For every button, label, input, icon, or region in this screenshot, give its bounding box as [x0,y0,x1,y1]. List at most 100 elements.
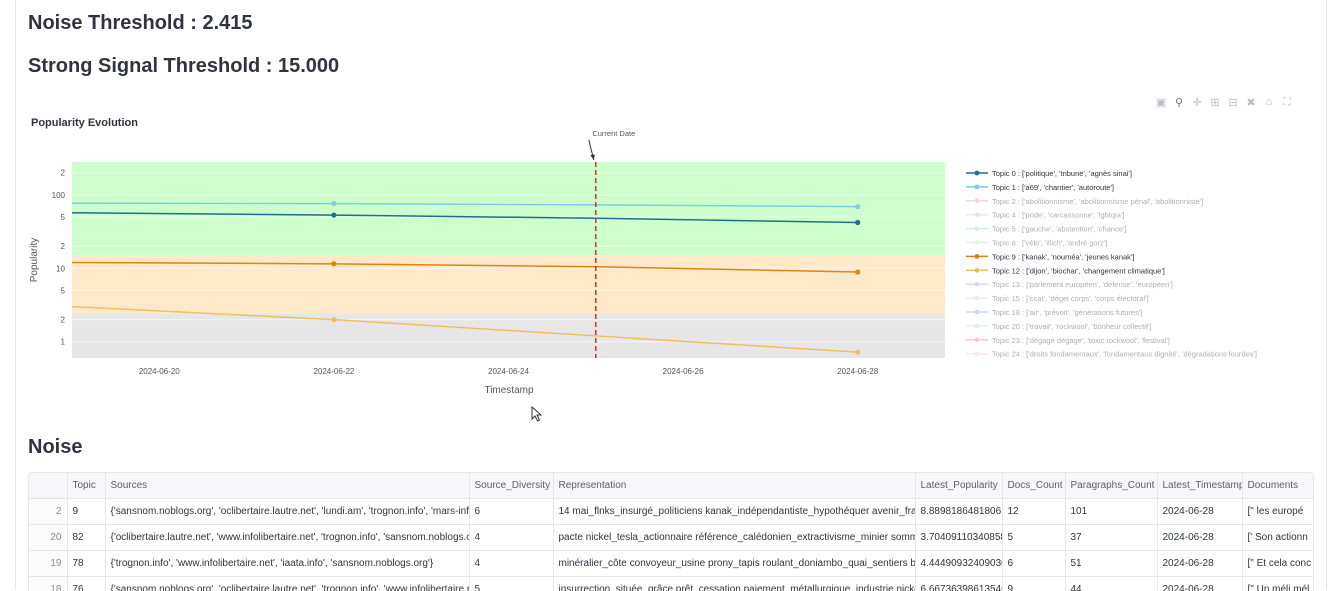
arrow-head [590,155,595,161]
legend-label: Topic 5 : ['gauche', 'abstention', 'chan… [992,225,1127,234]
legend-item[interactable]: Topic 6 : ['vélo', 'illich', 'andré gorz… [966,239,1107,248]
column-header[interactable] [29,473,67,499]
x-tick-label: 2024-06-22 [313,367,354,376]
table-cell[interactable]: 9 [1002,577,1065,591]
table-cell[interactable]: 5 [469,577,553,591]
table-cell[interactable]: pacte nickel_tesla_actionnaire référence… [553,525,915,551]
y-tick-label: 5 [61,213,66,222]
table-cell[interactable]: 6 [1002,551,1065,577]
table-cell[interactable]: 82 [67,525,105,551]
legend-label: Topic 6 : ['vélo', 'illich', 'andré gorz… [992,239,1107,248]
column-header[interactable]: Representation [553,473,915,499]
legend-item[interactable]: Topic 4 : ['pride', 'carcassonne', 'lgbt… [966,211,1124,220]
table-cell[interactable]: insurrection_située_grâce prêt_cessation… [553,577,915,591]
table-cell[interactable]: 76 [67,577,105,591]
table-cell[interactable]: [' Son actionn [1242,525,1313,551]
table-row[interactable]: 1876{'sansnom.noblogs.org', 'oclibertair… [29,577,1313,591]
data-point [331,212,336,217]
table-cell[interactable]: minéralier_côte convoyeur_usine prony_ta… [553,551,915,577]
table-cell[interactable]: 19 [29,551,67,577]
column-header[interactable]: Sources [105,473,469,499]
legend-item[interactable]: Topic 20 : ['travail', 'rockwool', 'bonh… [966,322,1152,331]
noise-table[interactable]: TopicSourcesSource_DiversityRepresentati… [28,472,1314,591]
table-cell[interactable]: 2024-06-28 [1157,499,1242,525]
noise-threshold-heading: Noise Threshold : 2.415 [28,12,253,35]
table-row[interactable]: 2082{'oclibertaire.lautre.net', 'www.inf… [29,525,1313,551]
table-cell[interactable]: 6.667363986135461 [915,577,1002,591]
x-axis-label: Timestamp [484,385,534,396]
legend-item[interactable]: Topic 18 : ['air', 'prévoit', 'génératio… [966,308,1142,317]
data-point [855,269,860,274]
legend-swatch-marker [975,337,980,342]
threshold-zones [72,162,945,358]
column-header[interactable]: Docs_Count [1002,473,1065,499]
noise-section-title: Noise [28,436,82,459]
column-header[interactable]: Latest_Popularity [915,473,1002,499]
legend-item[interactable]: Topic 13 : ['parlement européen', 'défen… [966,280,1173,289]
table-cell[interactable]: 101 [1065,499,1157,525]
legend-swatch-marker [975,310,980,315]
table-cell[interactable]: [" Et cela conc [1242,551,1313,577]
noise-zone [72,314,945,358]
y-tick-label: 2 [61,242,66,251]
table-cell[interactable]: {'sansnom.noblogs.org', 'oclibertaire.la… [105,577,469,591]
column-header[interactable]: Source_Diversity [469,473,553,499]
column-header[interactable]: Latest_Timestamp [1157,473,1242,499]
table-cell[interactable]: 6 [469,499,553,525]
table-cell[interactable]: 2 [29,499,67,525]
legend-label: Topic 2 : ['abolitionnisme', 'abolitionn… [992,197,1203,206]
data-point [855,350,860,355]
y-tick-label: 2 [61,169,66,178]
table-cell[interactable]: 14 mai_flnks_insurgé_politiciens kanak_i… [553,499,915,525]
y-tick-label: 10 [56,264,65,273]
table-cell[interactable]: 51 [1065,551,1157,577]
strong-threshold-heading: Strong Signal Threshold : 15.000 [28,55,339,78]
legend-swatch-marker [975,254,980,259]
table-cell[interactable]: 78 [67,551,105,577]
table-cell[interactable]: [" Un méli mél [1242,577,1313,591]
legend-item[interactable]: Topic 23 : ['dégage dégage', 'toxic rock… [966,336,1170,345]
legend-swatch-marker [975,324,980,329]
legend-item[interactable]: Topic 0 : ['politique', 'tribune', 'agnè… [966,169,1132,178]
table-cell[interactable]: 2024-06-28 [1157,577,1242,591]
column-header[interactable]: Topic [67,473,105,499]
legend-swatch-marker [975,198,980,203]
y-axis-label: Popularity [29,238,40,282]
table-row[interactable]: 1978{'trognon.info', 'www.infolibertaire… [29,551,1313,577]
table-cell[interactable]: {'trognon.info', 'www.infolibertaire.net… [105,551,469,577]
table-row[interactable]: 29{'sansnom.noblogs.org', 'oclibertaire.… [29,499,1313,525]
table-cell[interactable]: {'oclibertaire.lautre.net', 'www.infolib… [105,525,469,551]
popularity-chart[interactable]: Popularity Evolution 12510251002 2024-06… [18,108,1318,408]
column-header[interactable]: Paragraphs_Count [1065,473,1157,499]
column-header[interactable]: Documents [1242,473,1313,499]
table-cell[interactable]: 12 [1002,499,1065,525]
table-cell[interactable]: 37 [1065,525,1157,551]
chart-legend[interactable]: Topic 0 : ['politique', 'tribune', 'agnè… [966,169,1257,359]
legend-item[interactable]: Topic 12 : ['dijon', 'biochar', 'changem… [966,266,1165,275]
table-cell[interactable]: 4 [469,551,553,577]
legend-item[interactable]: Topic 5 : ['gauche', 'abstention', 'chan… [966,225,1127,234]
legend-swatch-marker [975,240,980,245]
data-point [331,201,336,206]
table-cell[interactable]: 2024-06-28 [1157,551,1242,577]
table-cell[interactable]: 20 [29,525,67,551]
table-cell[interactable]: 4.444909324090307 [915,551,1002,577]
table-cell[interactable]: 9 [67,499,105,525]
table-cell[interactable]: 5 [1002,525,1065,551]
legend-item[interactable]: Topic 2 : ['abolitionnisme', 'abolitionn… [966,197,1203,206]
table-header-row: TopicSourcesSource_DiversityRepresentati… [29,473,1313,499]
table-cell[interactable]: 2024-06-28 [1157,525,1242,551]
table-cell[interactable]: [" les europé [1242,499,1313,525]
legend-item[interactable]: Topic 1 : ['a69', 'chantier', 'autoroute… [966,183,1114,192]
legend-item[interactable]: Topic 9 : ['kanak', 'nouméa', 'jeunes ka… [966,252,1134,261]
table-cell[interactable]: 3.704091103408589 [915,525,1002,551]
legend-item[interactable]: Topic 24 : ['droits fondamentaux', 'fond… [966,350,1257,359]
data-point [331,317,336,322]
legend-item[interactable]: Topic 15 : ['ccat', 'dégel corps', 'corp… [966,294,1149,303]
table-cell[interactable]: 8.889818648180613 [915,499,1002,525]
table-cell[interactable]: {'sansnom.noblogs.org', 'oclibertaire.la… [105,499,469,525]
table-cell[interactable]: 44 [1065,577,1157,591]
legend-label: Topic 18 : ['air', 'prévoit', 'génératio… [992,308,1142,317]
table-cell[interactable]: 4 [469,525,553,551]
table-cell[interactable]: 18 [29,577,67,591]
